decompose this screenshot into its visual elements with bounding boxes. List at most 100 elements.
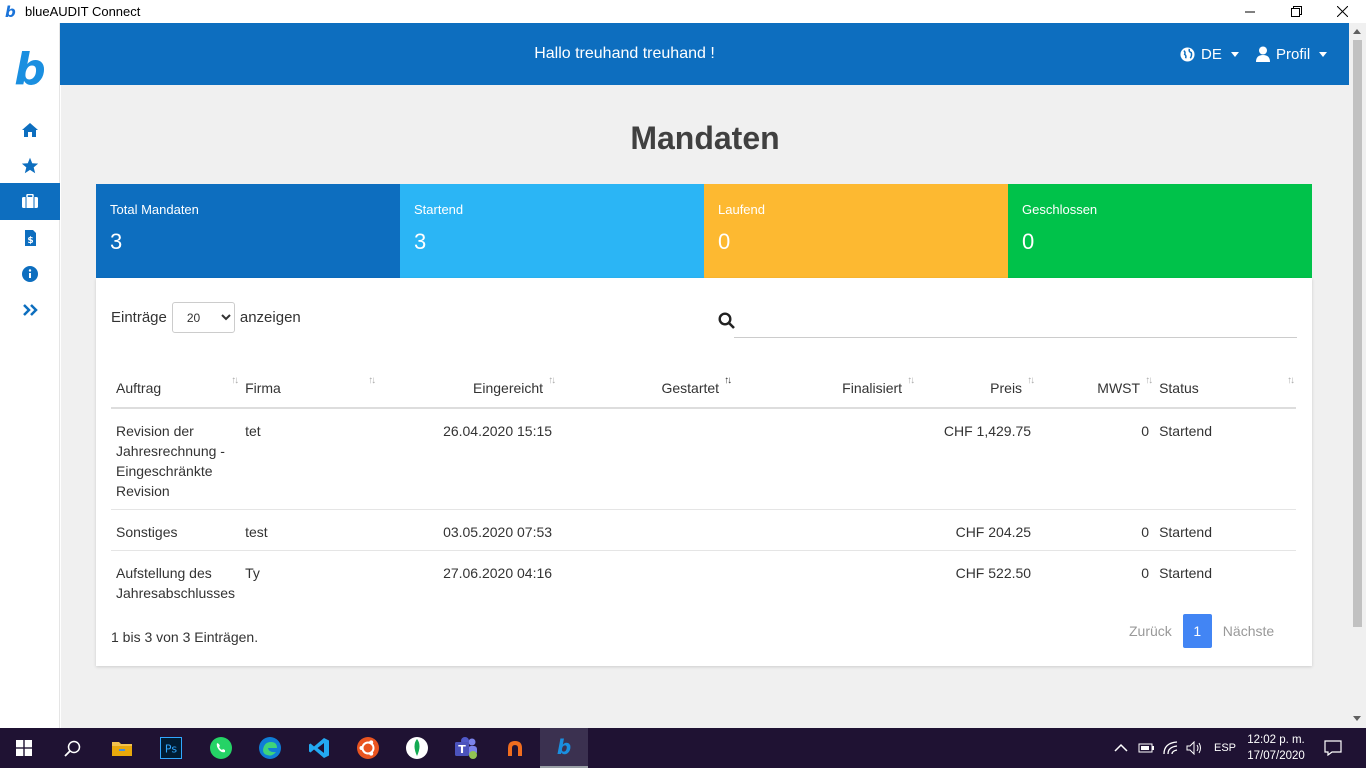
stats-row: Total Mandaten 3 Startend 3 Laufend 0 Ge… [96, 184, 1312, 278]
cell-gestartet [557, 551, 733, 612]
table-row[interactable]: Revision der Jahresrechnung - Eingeschrä… [111, 408, 1296, 510]
taskbar-vscode[interactable] [295, 728, 343, 768]
tray-clock[interactable]: 12:02 p. m. 17/07/2020 [1241, 732, 1311, 764]
language-label: DE [1201, 45, 1222, 63]
pagination-prev[interactable]: Zurück [1122, 614, 1179, 648]
mandates-table-card: Einträge 20 anzeigen Auftrag ↑↓ Firma ↑↓ E… [96, 278, 1312, 666]
app-logo-icon: b [5, 2, 16, 21]
cell-eingereicht: 03.05.2020 07:53 [377, 509, 558, 551]
clock-time: 12:02 p. m. [1247, 734, 1305, 746]
stat-value: 3 [110, 229, 123, 254]
stat-label: Startend [414, 202, 464, 217]
table-row[interactable]: Sonstiges test 03.05.2020 07:53 CHF 204.… [111, 509, 1296, 551]
column-header-eingereicht[interactable]: Eingereicht ↑↓ [377, 368, 558, 409]
tray-show-hidden[interactable] [1114, 728, 1128, 768]
sort-icon: ↑↓ [1027, 375, 1035, 386]
stat-running: Laufend 0 [704, 184, 1008, 278]
stat-value: 3 [414, 229, 427, 254]
column-header-gestartet[interactable]: Gestartet ↑↓ [557, 368, 734, 409]
blueaudit-icon: b [557, 736, 571, 758]
cell-firma: Ty [245, 565, 260, 581]
table-info: 1 bis 3 von 3 Einträgen. [111, 629, 259, 645]
sort-icon: ↑↓ [907, 375, 915, 386]
tray-volume[interactable] [1186, 728, 1204, 768]
sidebar-item-expand[interactable] [0, 291, 60, 328]
caret-down-icon [1230, 51, 1239, 57]
taskbar-app-orange[interactable] [491, 728, 539, 768]
pagination-next[interactable]: Nächste [1216, 614, 1281, 648]
sidebar-item-favorites[interactable] [0, 147, 60, 184]
pagination-page-1[interactable]: 1 [1182, 614, 1212, 648]
info-icon [22, 265, 38, 282]
column-header-firma[interactable]: Firma ↑↓ [240, 368, 378, 409]
column-header-mwst[interactable]: MWST ↑↓ [1036, 368, 1155, 409]
tray-notifications[interactable] [1324, 728, 1342, 768]
double-chevron-right-icon [23, 303, 38, 316]
cell-finalisiert [733, 408, 917, 510]
column-header-preis[interactable]: Preis ↑↓ [916, 368, 1037, 409]
vertical-scrollbar[interactable] [1349, 23, 1366, 728]
briefcase-icon [22, 194, 38, 208]
windows-start-icon [16, 740, 32, 756]
search-input[interactable] [734, 304, 1297, 338]
svg-text:b: b [557, 736, 571, 758]
scroll-down-icon[interactable] [1353, 716, 1361, 721]
cell-gestartet [557, 408, 734, 510]
cell-mwst: 0 [1036, 509, 1155, 551]
mandates-table: Auftrag ↑↓ Firma ↑↓ Eingereicht ↑↓ Gestarte… [111, 368, 1296, 611]
table-header-row: Auftrag ↑↓ Firma ↑↓ Eingereicht ↑↓ Gestarte… [111, 368, 1296, 409]
column-header-status[interactable]: Status ↑↓ [1154, 368, 1296, 409]
taskbar-ubuntu[interactable] [344, 728, 392, 768]
cell-mwst: 0 [1141, 565, 1150, 581]
tray-input-language[interactable]: ESP [1214, 728, 1236, 768]
stat-value: 0 [1022, 229, 1035, 254]
column-header-finalisiert[interactable]: Finalisiert ↑↓ [733, 368, 917, 409]
taskbar-search-button[interactable] [48, 728, 96, 768]
volume-icon [1186, 741, 1201, 755]
taskbar-file-explorer[interactable] [98, 728, 146, 768]
start-button[interactable] [0, 728, 48, 768]
star-icon [21, 157, 39, 174]
minimize-button[interactable] [1227, 0, 1273, 23]
cell-firma: tet [240, 408, 378, 510]
cell-eingereicht: 27.06.2020 04:16 [443, 565, 553, 581]
main-content: Mandaten Total Mandaten 3 Startend 3 Lau… [61, 85, 1349, 728]
table-row[interactable]: Aufstellung des Jahresabschlusses Ty 27.… [111, 551, 1296, 612]
user-icon [1256, 46, 1270, 62]
sort-icon: ↑↓ [1287, 375, 1295, 386]
scrollbar-thumb[interactable] [1353, 40, 1362, 627]
scroll-up-icon[interactable] [1353, 29, 1361, 34]
tray-network[interactable] [1163, 728, 1179, 768]
close-button[interactable] [1319, 0, 1365, 23]
sort-icon: ↑↓ [231, 375, 239, 386]
window-titlebar: b blueAUDIT Connect [0, 0, 1366, 23]
cell-preis: CHF 522.50 [955, 565, 1032, 581]
vscode-icon [309, 738, 329, 758]
cell-mwst: 0 [1036, 408, 1155, 510]
stat-value: 0 [718, 229, 731, 254]
sidebar-item-home[interactable] [0, 111, 60, 148]
close-icon [1336, 6, 1348, 17]
sidebar-item-info[interactable] [0, 255, 60, 292]
top-header: Hallo treuhand treuhand ! DE Profil [60, 23, 1349, 85]
sort-icon: ↑↓ [368, 375, 376, 386]
brand-logo[interactable]: b [0, 48, 60, 92]
column-header-auftrag[interactable]: Auftrag ↑↓ [111, 368, 241, 409]
taskbar-blueaudit[interactable]: b [540, 728, 588, 768]
tray-battery[interactable] [1138, 728, 1156, 768]
sidebar-item-mandates[interactable] [0, 183, 60, 220]
taskbar-teams[interactable]: T [442, 728, 490, 768]
taskbar-edge[interactable] [246, 728, 294, 768]
ubuntu-icon [357, 737, 379, 759]
stat-label: Total Mandaten [110, 202, 199, 217]
entries-select[interactable]: 20 [171, 302, 235, 333]
sidebar-item-invoices[interactable]: $ [0, 219, 60, 256]
profile-dropdown[interactable]: Profil [1256, 23, 1328, 85]
language-dropdown[interactable]: DE [1180, 23, 1239, 85]
taskbar-photoshop[interactable]: Ps [147, 728, 195, 768]
sort-icon: ↑↓ [1145, 375, 1153, 386]
taskbar-whatsapp[interactable] [197, 728, 245, 768]
restore-button[interactable] [1273, 0, 1319, 23]
cell-preis: CHF 204.25 [916, 509, 1037, 551]
taskbar-mongodb[interactable] [393, 728, 441, 768]
